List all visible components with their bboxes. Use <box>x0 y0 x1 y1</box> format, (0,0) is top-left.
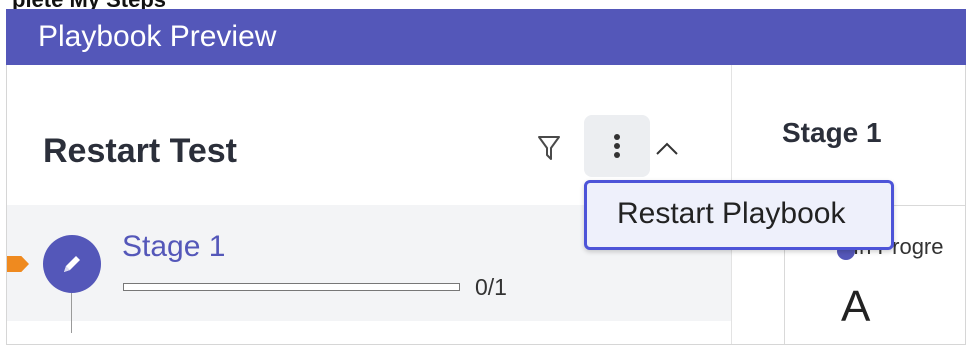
preview-header: Playbook Preview <box>6 9 966 65</box>
stage-label[interactable]: Stage 1 <box>122 230 225 264</box>
stage-progress-bar <box>123 283 460 291</box>
chevron-up-icon <box>656 142 678 155</box>
more-options-menu: Restart Playbook <box>584 180 894 250</box>
top-cropped-text: plete My Steps <box>12 0 166 9</box>
stage-connector-line <box>71 293 72 333</box>
top-cropped-bar: plete My Steps <box>0 0 971 9</box>
card-letter: A <box>841 282 871 331</box>
collapse-button[interactable] <box>650 131 684 165</box>
stage-avatar <box>43 235 101 293</box>
menu-item-restart-playbook[interactable]: Restart Playbook <box>617 197 845 231</box>
stage-column-header: Stage 1 <box>782 117 882 148</box>
stage-progress-count: 0/1 <box>475 274 507 300</box>
pencil-icon <box>64 256 80 272</box>
filter-icon <box>538 136 560 160</box>
header-title: Playbook Preview <box>38 20 277 53</box>
vertical-ellipsis-icon <box>614 134 620 158</box>
more-options-button[interactable] <box>584 115 650 177</box>
playbook-title: Restart Test <box>43 132 237 170</box>
filter-button[interactable] <box>534 131 564 165</box>
current-stage-marker <box>7 256 29 272</box>
